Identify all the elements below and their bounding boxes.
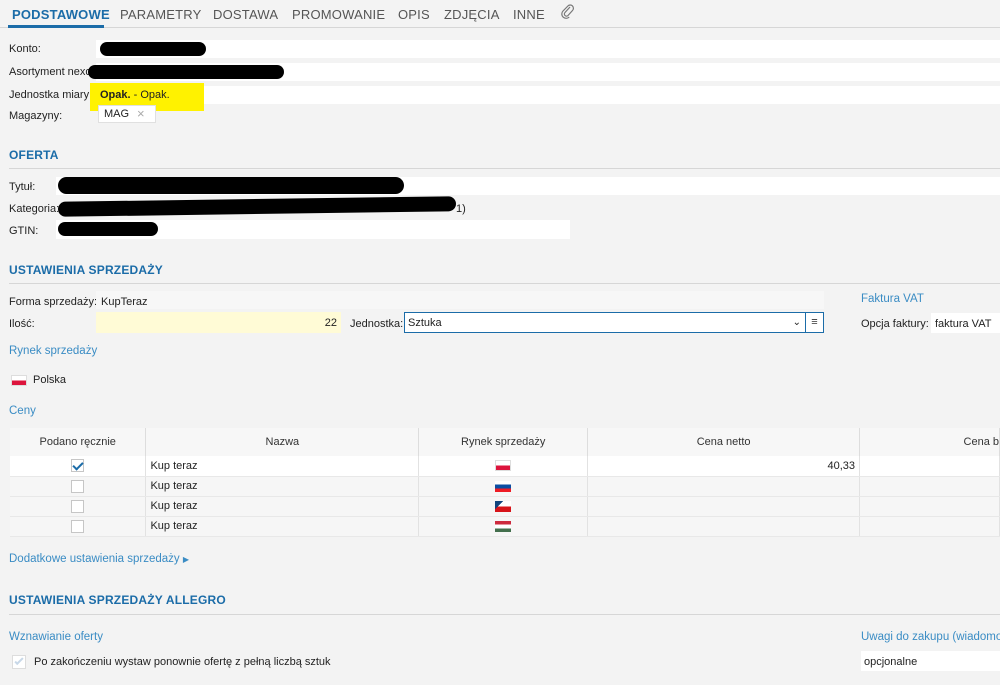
- rynek-sprzedazy-value: Polska: [33, 374, 67, 386]
- tab-bar: PODSTAWOWE PARAMETRY DOSTAWA PROMOWANIE …: [0, 0, 1000, 28]
- row-name: Kup teraz: [145, 496, 420, 517]
- jednostka-select-value: Sztuka: [408, 317, 442, 329]
- jednostka-label: Jednostka:: [350, 318, 404, 330]
- cena-brutto-cell[interactable]: [859, 476, 1000, 497]
- uwagi-value: opcjonalne: [864, 656, 918, 668]
- wznawianie-checkbox-label: Po zakończeniu wystaw ponownie ofertę z …: [34, 656, 331, 668]
- cena-netto-cell[interactable]: [587, 476, 861, 497]
- uwagi-title: Uwagi do zakupu (wiadomo: [861, 631, 1000, 643]
- chevron-down-icon: ⌄: [792, 317, 801, 328]
- section-divider: [9, 614, 1000, 615]
- dodatkowe-ustawienia-link[interactable]: Dodatkowe ustawienia sprzedaży ▶: [9, 553, 189, 565]
- cena-brutto-cell[interactable]: [859, 516, 1000, 537]
- flag-cz-icon: [495, 500, 512, 512]
- redaction-mark: [100, 42, 206, 56]
- magazyny-label: Magazyny:: [9, 110, 63, 122]
- wznawianie-checkbox[interactable]: [12, 655, 26, 669]
- redaction-mark: [57, 196, 457, 217]
- cena-brutto-cell[interactable]: [859, 456, 1000, 477]
- oferta-section-title: OFERTA: [9, 148, 59, 162]
- flag-hu-icon: [495, 520, 512, 532]
- ilosc-input[interactable]: 22: [96, 312, 341, 333]
- kategoria-label: Kategoria:: [9, 203, 60, 215]
- cena-netto-cell[interactable]: [587, 496, 861, 517]
- faktura-vat-title: Faktura VAT: [861, 293, 924, 305]
- list-options-button[interactable]: ≡: [806, 312, 824, 333]
- tab-podstawowe[interactable]: PODSTAWOWE: [12, 7, 110, 22]
- row-name: Kup teraz: [145, 476, 420, 497]
- ilosc-label: Ilość:: [9, 318, 35, 330]
- ceny-title: Ceny: [9, 405, 36, 417]
- jednostka-miary-field[interactable]: [96, 86, 1000, 104]
- active-tab-indicator: [8, 25, 104, 28]
- jednostka-miary-label: Jednostka miary:: [9, 89, 93, 101]
- allegro-section-title: USTAWIENIA SPRZEDAŻY ALLEGRO: [9, 593, 226, 607]
- magazyn-tag[interactable]: MAG ×: [98, 105, 156, 123]
- menu-icon: ≡: [811, 316, 818, 328]
- opcja-faktury-label: Opcja faktury:: [861, 318, 929, 330]
- forma-sprzedazy-value: KupTeraz: [101, 296, 148, 308]
- section-divider: [9, 168, 1000, 169]
- konto-field[interactable]: [96, 40, 1000, 58]
- table-row[interactable]: Kup teraz: [10, 476, 1000, 497]
- konto-label: Konto:: [9, 43, 41, 55]
- table-row[interactable]: Kup teraz: [10, 516, 1000, 537]
- kategoria-value-suffix: 1): [456, 203, 466, 215]
- column-header[interactable]: Rynek sprzedaży: [418, 428, 589, 456]
- asortyment-label: Asortyment nexo:: [9, 66, 95, 78]
- rynek-sprzedazy-title: Rynek sprzedaży: [9, 345, 98, 357]
- redaction-mark: [58, 177, 404, 194]
- tab-zdjecia[interactable]: ZDJĘCIA: [444, 7, 500, 22]
- manual-price-checkbox[interactable]: [71, 499, 85, 513]
- section-divider: [9, 283, 1000, 284]
- check-icon: [14, 655, 24, 666]
- ustawienia-sprzedazy-title: USTAWIENIA SPRZEDAŻY: [9, 263, 164, 277]
- cena-netto-cell[interactable]: 40,33: [587, 456, 861, 477]
- opcja-faktury-value: faktura VAT: [935, 318, 992, 330]
- flag-sk-icon: [495, 480, 512, 492]
- table-row[interactable]: Kup teraz: [10, 496, 1000, 517]
- ilosc-value: 22: [324, 317, 337, 329]
- tab-promowanie[interactable]: PROMOWANIE: [292, 7, 385, 22]
- column-header[interactable]: Nazwa: [145, 428, 420, 456]
- prices-table: Podano ręcznie Nazwa Rynek sprzedaży Cen…: [10, 428, 1000, 537]
- column-header[interactable]: Podano ręcznie: [10, 428, 147, 456]
- row-name: Kup teraz: [145, 456, 420, 477]
- redaction-mark: [58, 222, 158, 236]
- jednostka-select[interactable]: Sztuka ⌄: [404, 312, 806, 333]
- forma-sprzedazy-field: [96, 291, 824, 309]
- tab-opis[interactable]: OPIS: [398, 7, 430, 22]
- column-header[interactable]: Cena netto: [587, 428, 861, 456]
- cena-brutto-cell[interactable]: [859, 496, 1000, 517]
- flag-pl-icon: [11, 375, 27, 386]
- gtin-label: GTIN:: [9, 225, 39, 237]
- tytul-label: Tytuł:: [9, 181, 36, 193]
- forma-sprzedazy-label: Forma sprzedaży:: [9, 296, 98, 308]
- attachment-icon[interactable]: [561, 4, 575, 23]
- flag-pl-icon: [495, 460, 512, 472]
- column-header[interactable]: Cena b: [859, 428, 1000, 456]
- manual-price-checkbox[interactable]: [71, 479, 85, 493]
- magazyn-tag-label: MAG: [104, 108, 130, 120]
- tab-dostawa[interactable]: DOSTAWA: [213, 7, 278, 22]
- tab-parametry[interactable]: PARAMETRY: [120, 7, 202, 22]
- caret-right-icon: ▶: [182, 555, 190, 564]
- cena-netto-cell[interactable]: [587, 516, 861, 537]
- table-row[interactable]: Kup teraz 40,33: [10, 456, 1000, 477]
- jednostka-miary-value: Opak. - Opak.: [100, 89, 170, 101]
- manual-price-checkbox[interactable]: [71, 519, 85, 533]
- tab-inne[interactable]: INNE: [513, 7, 545, 22]
- redaction-mark: [88, 65, 284, 79]
- remove-icon[interactable]: ×: [137, 106, 145, 121]
- wznawianie-title: Wznawianie oferty: [9, 631, 103, 643]
- manual-price-checkbox[interactable]: [71, 459, 85, 473]
- row-name: Kup teraz: [145, 516, 420, 537]
